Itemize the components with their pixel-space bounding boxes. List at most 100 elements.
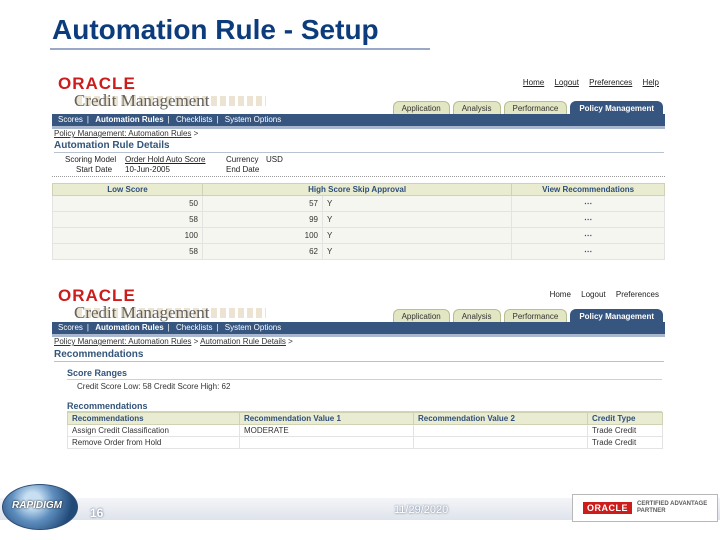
table-row: 100 100 Y ⋯	[52, 227, 665, 244]
oracle-partner-badge: ORACLE CERTIFIED ADVANTAGE PARTNER	[572, 494, 718, 522]
col-recommendation-value-2: Recommendation Value 2	[413, 412, 588, 425]
main-tabs: Application Analysis Performance Policy …	[392, 309, 663, 323]
col-low-score: Low Score	[52, 183, 203, 196]
global-links: Home Logout Preferences Help	[515, 78, 659, 87]
tab-performance[interactable]: Performance	[503, 101, 568, 115]
oracle-credit-management-logo: ORACLE Credit Management	[58, 74, 210, 111]
scoring-model-value: Order Hold Auto Score	[125, 155, 206, 164]
tab-application[interactable]: Application	[392, 309, 450, 323]
tab-policy-management[interactable]: Policy Management	[570, 309, 663, 323]
table-row: 58 99 Y ⋯	[52, 211, 665, 228]
subtab-bar: Scores | Automation Rules | Checklists | Sy…	[52, 114, 665, 126]
home-link[interactable]: Home	[550, 290, 571, 299]
subtab-checklists[interactable]: Checklists	[176, 115, 212, 124]
col-recommendations: Recommendations	[67, 412, 240, 425]
table-row: Remove Order from Hold Trade Credit	[67, 436, 663, 449]
section-divider	[54, 361, 664, 362]
subtab-automation-rules[interactable]: Automation Rules	[95, 323, 163, 332]
low-score-cell: 100	[52, 227, 203, 244]
credit-type-cell: Trade Credit	[587, 424, 663, 437]
slide-date: 11/29/2020	[394, 504, 449, 516]
tab-application[interactable]: Application	[392, 101, 450, 115]
credit-type-cell: Trade Credit	[587, 436, 663, 449]
partner-oracle-logo: ORACLE	[583, 502, 632, 514]
recommendations-screenshot: ORACLE Credit Management Home Logout Pre…	[52, 280, 665, 455]
currency-label: Currency	[226, 155, 259, 164]
subtab-checklists[interactable]: Checklists	[176, 323, 212, 332]
currency-value: USD	[266, 155, 283, 164]
partner-line-1: CERTIFIED ADVANTAGE	[637, 501, 708, 507]
global-links: Home Logout Preferences	[542, 290, 659, 299]
subtab-system-options[interactable]: System Options	[225, 115, 281, 124]
skip-approval-cell: Y	[321, 243, 513, 260]
col-recommendation-value-1: Recommendation Value 1	[239, 412, 414, 425]
breadcrumb-separator: >	[193, 337, 199, 346]
recommendation-cell: Assign Credit Classification	[67, 424, 240, 437]
skip-approval-cell: Y	[321, 211, 513, 228]
partner-line-2: PARTNER	[637, 508, 666, 514]
help-link[interactable]: Help	[643, 78, 659, 87]
subtab-system-options[interactable]: System Options	[225, 323, 281, 332]
value-2-cell	[413, 424, 588, 437]
low-score-cell: 50	[52, 195, 203, 212]
recommendations-icon[interactable]: ⋯	[511, 227, 665, 244]
table-row: Assign Credit Classification MODERATE Tr…	[67, 424, 663, 437]
table-header-row: Recommendations Recommendation Value 1 R…	[67, 412, 663, 425]
score-ranges-table: Low Score High Score Skip Approval View …	[52, 183, 665, 260]
subtab-bar: Scores | Automation Rules | Checklists | Sy…	[52, 322, 665, 334]
preferences-link[interactable]: Preferences	[589, 78, 632, 87]
subtab-automation-rules[interactable]: Automation Rules	[95, 115, 163, 124]
low-score-cell: 58	[52, 243, 203, 260]
breadcrumb-automation-rule-details[interactable]: Automation Rule Details	[200, 337, 286, 346]
tab-analysis[interactable]: Analysis	[452, 101, 501, 115]
recommendations-heading: Recommendations	[67, 401, 148, 411]
value-1-cell: MODERATE	[239, 424, 414, 437]
main-tabs: Application Analysis Performance Policy …	[392, 101, 663, 115]
page-number: 16	[90, 506, 104, 520]
slide-title: Automation Rule - Setup	[52, 14, 379, 45]
low-score-cell: 58	[52, 211, 203, 228]
product-name: Credit Management	[74, 91, 210, 110]
product-name: Credit Management	[74, 303, 210, 322]
recommendations-icon[interactable]: ⋯	[511, 211, 665, 228]
breadcrumb-automation-rules[interactable]: Policy Management: Automation Rules	[54, 129, 191, 138]
tab-analysis[interactable]: Analysis	[452, 309, 501, 323]
recommendations-icon[interactable]: ⋯	[511, 243, 665, 260]
col-credit-type: Credit Type	[587, 412, 663, 425]
breadcrumb-separator: >	[193, 129, 199, 138]
high-score-cell: 100	[202, 227, 323, 244]
logout-link[interactable]: Logout	[554, 78, 578, 87]
skip-approval-cell: Y	[321, 227, 513, 244]
recommendations-icon[interactable]: ⋯	[511, 195, 665, 212]
section-divider	[54, 152, 664, 153]
score-ranges-divider	[67, 379, 662, 380]
partner-text: CERTIFIED ADVANTAGE PARTNER	[637, 501, 707, 515]
col-high-score-skip-approval: High Score Skip Approval	[201, 183, 513, 196]
home-link[interactable]: Home	[523, 78, 544, 87]
score-ranges-heading: Score Ranges	[67, 368, 128, 378]
start-date-label: Start Date	[76, 165, 113, 174]
tab-performance[interactable]: Performance	[503, 309, 568, 323]
scoring-model-label: Scoring Model	[65, 155, 117, 164]
high-score-cell: 99	[202, 211, 323, 228]
preferences-link[interactable]: Preferences	[616, 290, 659, 299]
breadcrumb: Policy Management: Automation Rules > Au…	[54, 337, 293, 346]
col-view-recommendations: View Recommendations	[511, 183, 665, 196]
table-header-row: Low Score High Score Skip Approval View …	[52, 183, 665, 196]
oracle-credit-management-logo: ORACLE Credit Management	[58, 286, 210, 323]
skip-approval-cell: Y	[321, 195, 513, 212]
subtab-scores[interactable]: Scores	[58, 323, 83, 332]
dotted-divider	[52, 176, 665, 177]
footer-logo-text: RAPIDIGM	[12, 500, 62, 511]
tab-policy-management[interactable]: Policy Management	[570, 101, 663, 115]
page-title: Recommendations	[54, 349, 144, 360]
high-score-cell: 62	[202, 243, 323, 260]
table-row: 50 57 Y ⋯	[52, 195, 665, 212]
value-1-cell	[239, 436, 414, 449]
breadcrumb-separator: >	[288, 337, 293, 346]
breadcrumb-automation-rules[interactable]: Policy Management: Automation Rules	[54, 337, 191, 346]
score-range-values: Credit Score Low: 58 Credit Score High: …	[77, 382, 231, 391]
high-score-cell: 57	[202, 195, 323, 212]
subtab-scores[interactable]: Scores	[58, 115, 83, 124]
logout-link[interactable]: Logout	[581, 290, 605, 299]
